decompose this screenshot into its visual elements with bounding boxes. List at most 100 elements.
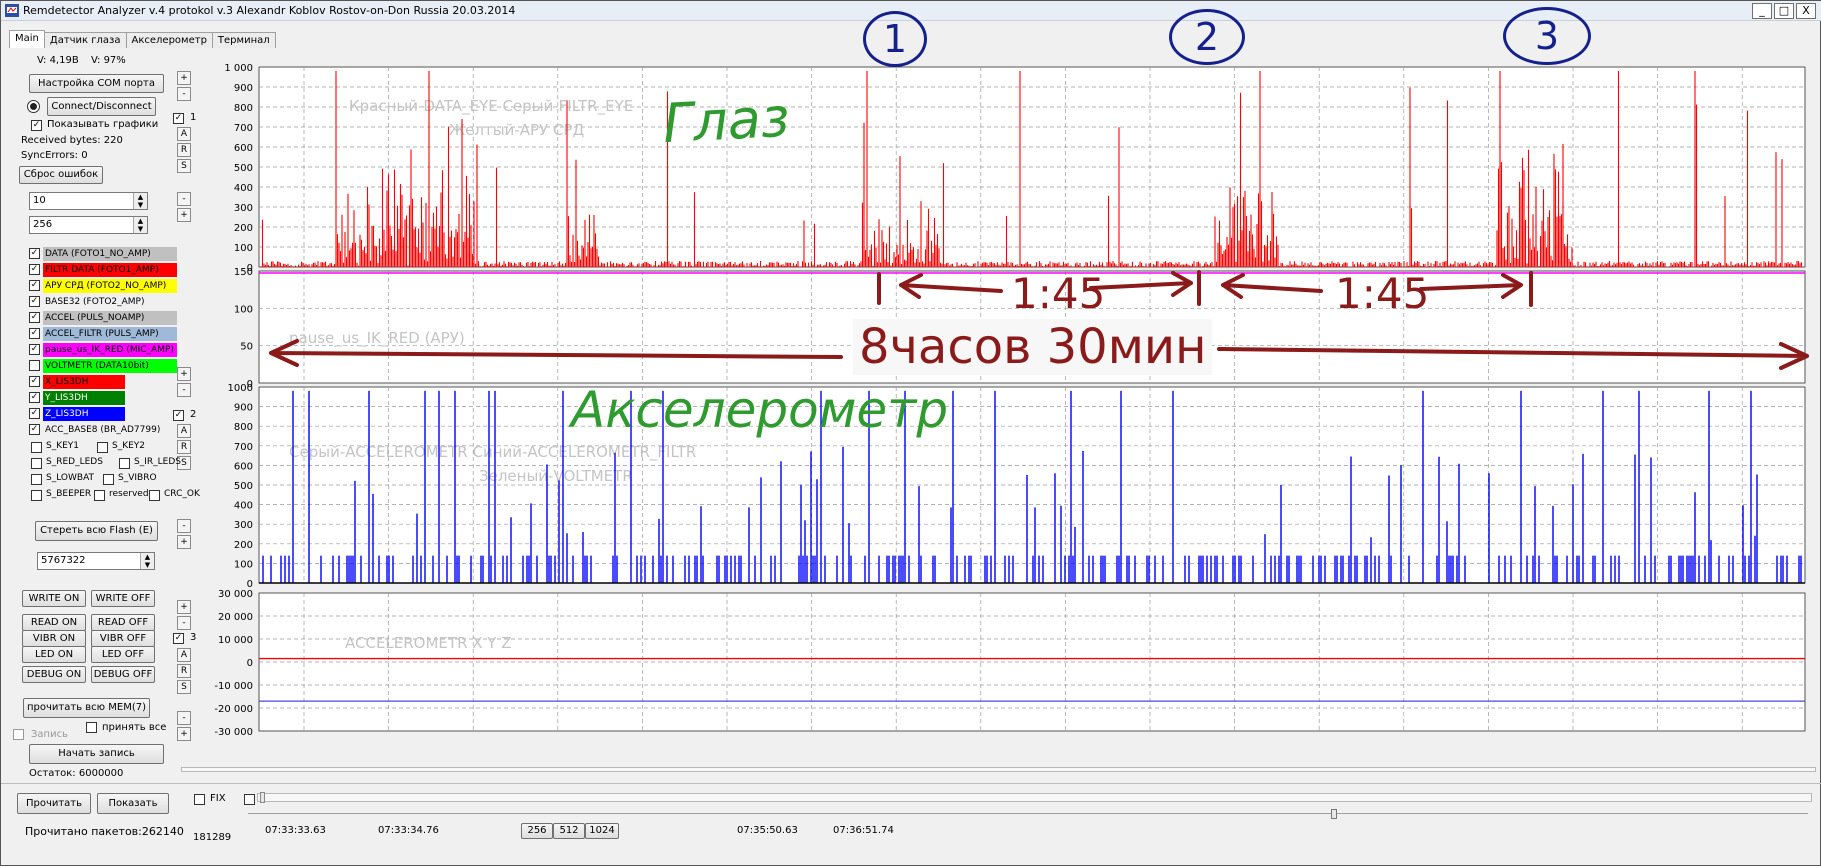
flag-checkbox[interactable] bbox=[149, 490, 160, 501]
channel-checkbox[interactable]: ✓ bbox=[29, 328, 40, 339]
window-size-input[interactable]: 256 bbox=[29, 216, 148, 234]
read-button[interactable]: Прочитать bbox=[17, 793, 91, 814]
channel-checkbox[interactable]: ✓ bbox=[29, 280, 40, 291]
tab-bar: Main Датчик глаза Акселерометр Терминал bbox=[9, 30, 276, 52]
y-tick-label: 100 bbox=[234, 243, 253, 254]
range-slider[interactable] bbox=[257, 792, 1812, 803]
size-256-button[interactable]: 256 bbox=[521, 823, 553, 839]
accept-all-checkbox[interactable] bbox=[86, 722, 97, 733]
flag-checkbox[interactable] bbox=[31, 442, 42, 453]
y-tick-label: 700 bbox=[234, 123, 253, 134]
y-tick-label: 300 bbox=[234, 203, 253, 214]
channel-checkbox[interactable]: ✓ bbox=[29, 408, 40, 419]
flag-checkbox[interactable] bbox=[94, 490, 105, 501]
command-button[interactable]: DEBUG ON bbox=[22, 666, 86, 683]
tab-terminal[interactable]: Терминал bbox=[211, 32, 276, 48]
erase-flash-button[interactable]: Стереть всю Flash (E) bbox=[35, 521, 158, 541]
flag-checkbox[interactable] bbox=[119, 458, 130, 469]
tab-accelerometer[interactable]: Акселерометр bbox=[125, 32, 213, 48]
command-button[interactable]: VIBR ON bbox=[22, 630, 86, 647]
y-tick-label: -10 000 bbox=[214, 681, 253, 692]
marker-2-annotation: 2 bbox=[1169, 9, 1245, 65]
range-checkbox[interactable] bbox=[244, 794, 255, 805]
position-thumb[interactable] bbox=[1331, 809, 1337, 819]
position-track[interactable] bbox=[248, 813, 1808, 814]
y-tick-label: 100 bbox=[234, 559, 253, 570]
command-button[interactable]: READ ON bbox=[22, 614, 86, 631]
show-button[interactable]: Показать bbox=[97, 793, 169, 814]
channel-checkbox[interactable]: ✓ bbox=[29, 344, 40, 355]
record-checkbox[interactable] bbox=[13, 729, 24, 740]
flag-checkbox[interactable] bbox=[31, 490, 42, 501]
size-1024-button[interactable]: 1024 bbox=[585, 823, 619, 839]
flag-checkbox[interactable] bbox=[31, 474, 42, 485]
channel-row[interactable]: ✓ FILTR DATA (FOTO1_AMP) bbox=[27, 263, 177, 277]
command-button[interactable]: WRITE OFF bbox=[91, 590, 155, 607]
channel-row[interactable]: ✓ DATA (FOTO1_NO_AMP) bbox=[27, 247, 177, 261]
channel-row[interactable]: ✓ BASE32 (FOTO2_AMP) bbox=[27, 295, 147, 309]
y-tick-label: -30 000 bbox=[214, 727, 253, 738]
flag-checkbox[interactable] bbox=[103, 474, 114, 485]
channel-checkbox[interactable]: ✓ bbox=[29, 248, 40, 259]
y-tick-label: 600 bbox=[234, 143, 253, 154]
window-size-value: 256 bbox=[33, 219, 53, 230]
channel-checkbox[interactable]: ✓ bbox=[29, 376, 40, 387]
command-button[interactable]: READ OFF bbox=[91, 614, 155, 631]
y-tick-label: 800 bbox=[234, 422, 253, 433]
channel-row[interactable]: ✓ ACC_BASE8 (BR_AD7799) bbox=[27, 423, 160, 437]
tab-main[interactable]: Main bbox=[9, 30, 45, 48]
flag-label: S_KEY1 bbox=[46, 441, 80, 451]
interval-2-annotation: 1:45 bbox=[1335, 269, 1430, 318]
flag-checkbox[interactable] bbox=[97, 442, 108, 453]
channel-row[interactable]: ✓ ACCEL_FILTR (PULS_AMP) bbox=[27, 327, 177, 341]
channel-row[interactable]: ✓ pause_us_IK_RED (MIC_AMP) bbox=[27, 343, 177, 357]
fix-checkbox[interactable] bbox=[194, 794, 205, 805]
read-mem-button[interactable]: прочитать всю MEM(7) bbox=[23, 698, 150, 718]
channel-checkbox[interactable]: ✓ bbox=[29, 424, 40, 435]
reset-errors-button[interactable]: Сброс ошибок bbox=[19, 166, 103, 184]
tab-eye-sensor[interactable]: Датчик глаза bbox=[43, 32, 127, 48]
packets-read-label: Прочитано пакетов:262140 bbox=[25, 825, 184, 838]
channel-checkbox[interactable]: ✓ bbox=[29, 264, 40, 275]
y-tick-label: 400 bbox=[234, 501, 253, 512]
y-tick-label: 100 bbox=[234, 304, 253, 315]
show-graphs-checkbox[interactable]: ✓ bbox=[31, 120, 42, 131]
flag-checkbox[interactable] bbox=[31, 458, 42, 469]
command-button[interactable]: WRITE ON bbox=[22, 590, 86, 607]
window-size-spinner[interactable]: ▲ ▼ bbox=[133, 217, 147, 233]
channel-row[interactable]: ✓ Z_LIS3DH bbox=[27, 407, 147, 421]
com-port-settings-button[interactable]: Настройка COM порта bbox=[29, 74, 164, 93]
panel-1-legend-line-1: Красный-DATA_EYE Серый-FILTR_EYE bbox=[349, 97, 633, 116]
channel-row[interactable]: ✓ АРУ СРД (FOTO2_NO_AMP) bbox=[27, 279, 177, 293]
horizontal-scrollbar[interactable] bbox=[181, 761, 1816, 777]
channel-row[interactable]: ✓ Y_LIS3DH bbox=[27, 391, 147, 405]
connect-disconnect-button[interactable]: Connect/Disconnect bbox=[47, 97, 156, 116]
channel-checkbox[interactable]: ✓ bbox=[29, 392, 40, 403]
channel-checkbox[interactable] bbox=[29, 360, 40, 371]
channel-checkbox[interactable]: ✓ bbox=[29, 296, 40, 307]
duration-annotation: 8часов 30мин bbox=[853, 319, 1213, 375]
command-button[interactable]: VIBR OFF bbox=[91, 630, 155, 647]
flash-address-input[interactable]: 5767322 bbox=[37, 552, 155, 570]
command-button[interactable]: DEBUG OFF bbox=[91, 666, 155, 683]
flash-address-spinner[interactable]: ▲ ▼ bbox=[140, 553, 154, 569]
battery-percent: V: 97% bbox=[91, 55, 126, 66]
sync-errors: SyncErrors: 0 bbox=[21, 150, 88, 161]
size-512-button[interactable]: 512 bbox=[553, 823, 585, 839]
y-tick-label: 500 bbox=[234, 481, 253, 492]
command-button[interactable]: LED OFF bbox=[91, 646, 155, 663]
channel-row[interactable]: ✓ X_LIS3DH bbox=[27, 375, 147, 389]
command-button[interactable]: LED ON bbox=[22, 646, 86, 663]
panel-2-legend: pause_us_IK_RED (АРУ) bbox=[289, 329, 465, 348]
channel-row[interactable]: ✓ ACCEL (PULS_NOAMP) bbox=[27, 311, 177, 325]
close-button[interactable]: X bbox=[1796, 3, 1816, 19]
minimize-button[interactable]: _ bbox=[1752, 3, 1772, 19]
channel-row[interactable]: VOLTMETR (DATA10bit) bbox=[27, 359, 177, 373]
start-record-button[interactable]: Начать запись bbox=[29, 744, 164, 764]
channel-checkbox[interactable]: ✓ bbox=[29, 312, 40, 323]
interval-input[interactable]: 10 bbox=[29, 192, 148, 210]
y-tick-label: 200 bbox=[234, 540, 253, 551]
channel-label: Y_LIS3DH bbox=[43, 391, 125, 405]
maximize-button[interactable]: □ bbox=[1774, 3, 1794, 19]
interval-spinner[interactable]: ▲ ▼ bbox=[133, 193, 147, 209]
